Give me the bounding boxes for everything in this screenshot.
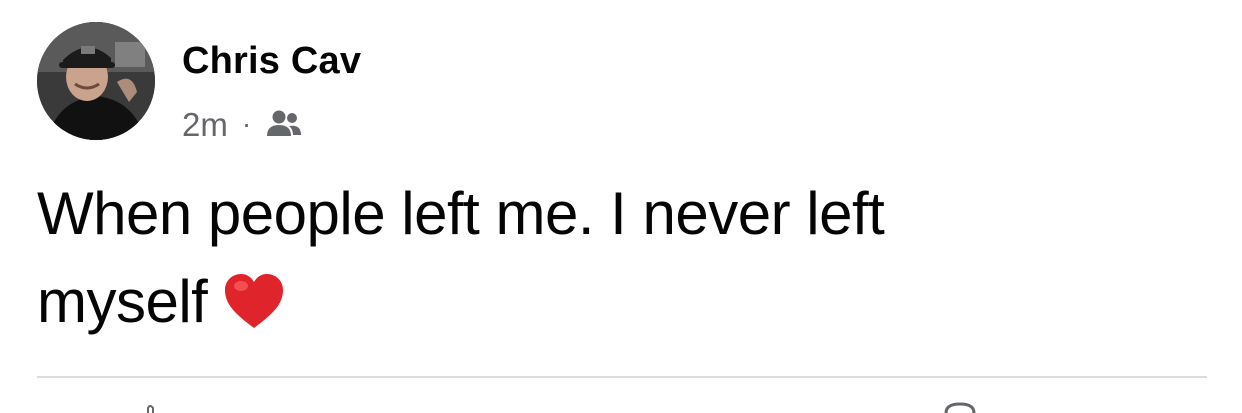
heart-icon — [225, 274, 284, 328]
post-meta: 2m · — [182, 104, 303, 144]
profile-photo — [37, 22, 155, 140]
share-button[interactable] — [930, 400, 990, 413]
post-timestamp[interactable]: 2m — [182, 108, 228, 141]
author-avatar[interactable] — [37, 22, 155, 140]
post-text: When people left me. I never left myself — [37, 170, 1097, 346]
like-button[interactable] — [120, 400, 180, 413]
post-text-line-1: When people left me. I never left — [37, 180, 885, 247]
facebook-post: Chris Cav 2m · When people left me. I ne… — [0, 0, 1242, 413]
post-text-line-2-wrap: myself — [37, 258, 1097, 346]
like-icon — [147, 405, 154, 413]
author-name[interactable]: Chris Cav — [182, 42, 361, 80]
meta-separator: · — [241, 108, 252, 139]
post-divider — [37, 376, 1207, 378]
share-icon — [944, 402, 976, 413]
friends-icon[interactable] — [265, 108, 303, 140]
post-text-line-2: myself — [37, 268, 208, 335]
